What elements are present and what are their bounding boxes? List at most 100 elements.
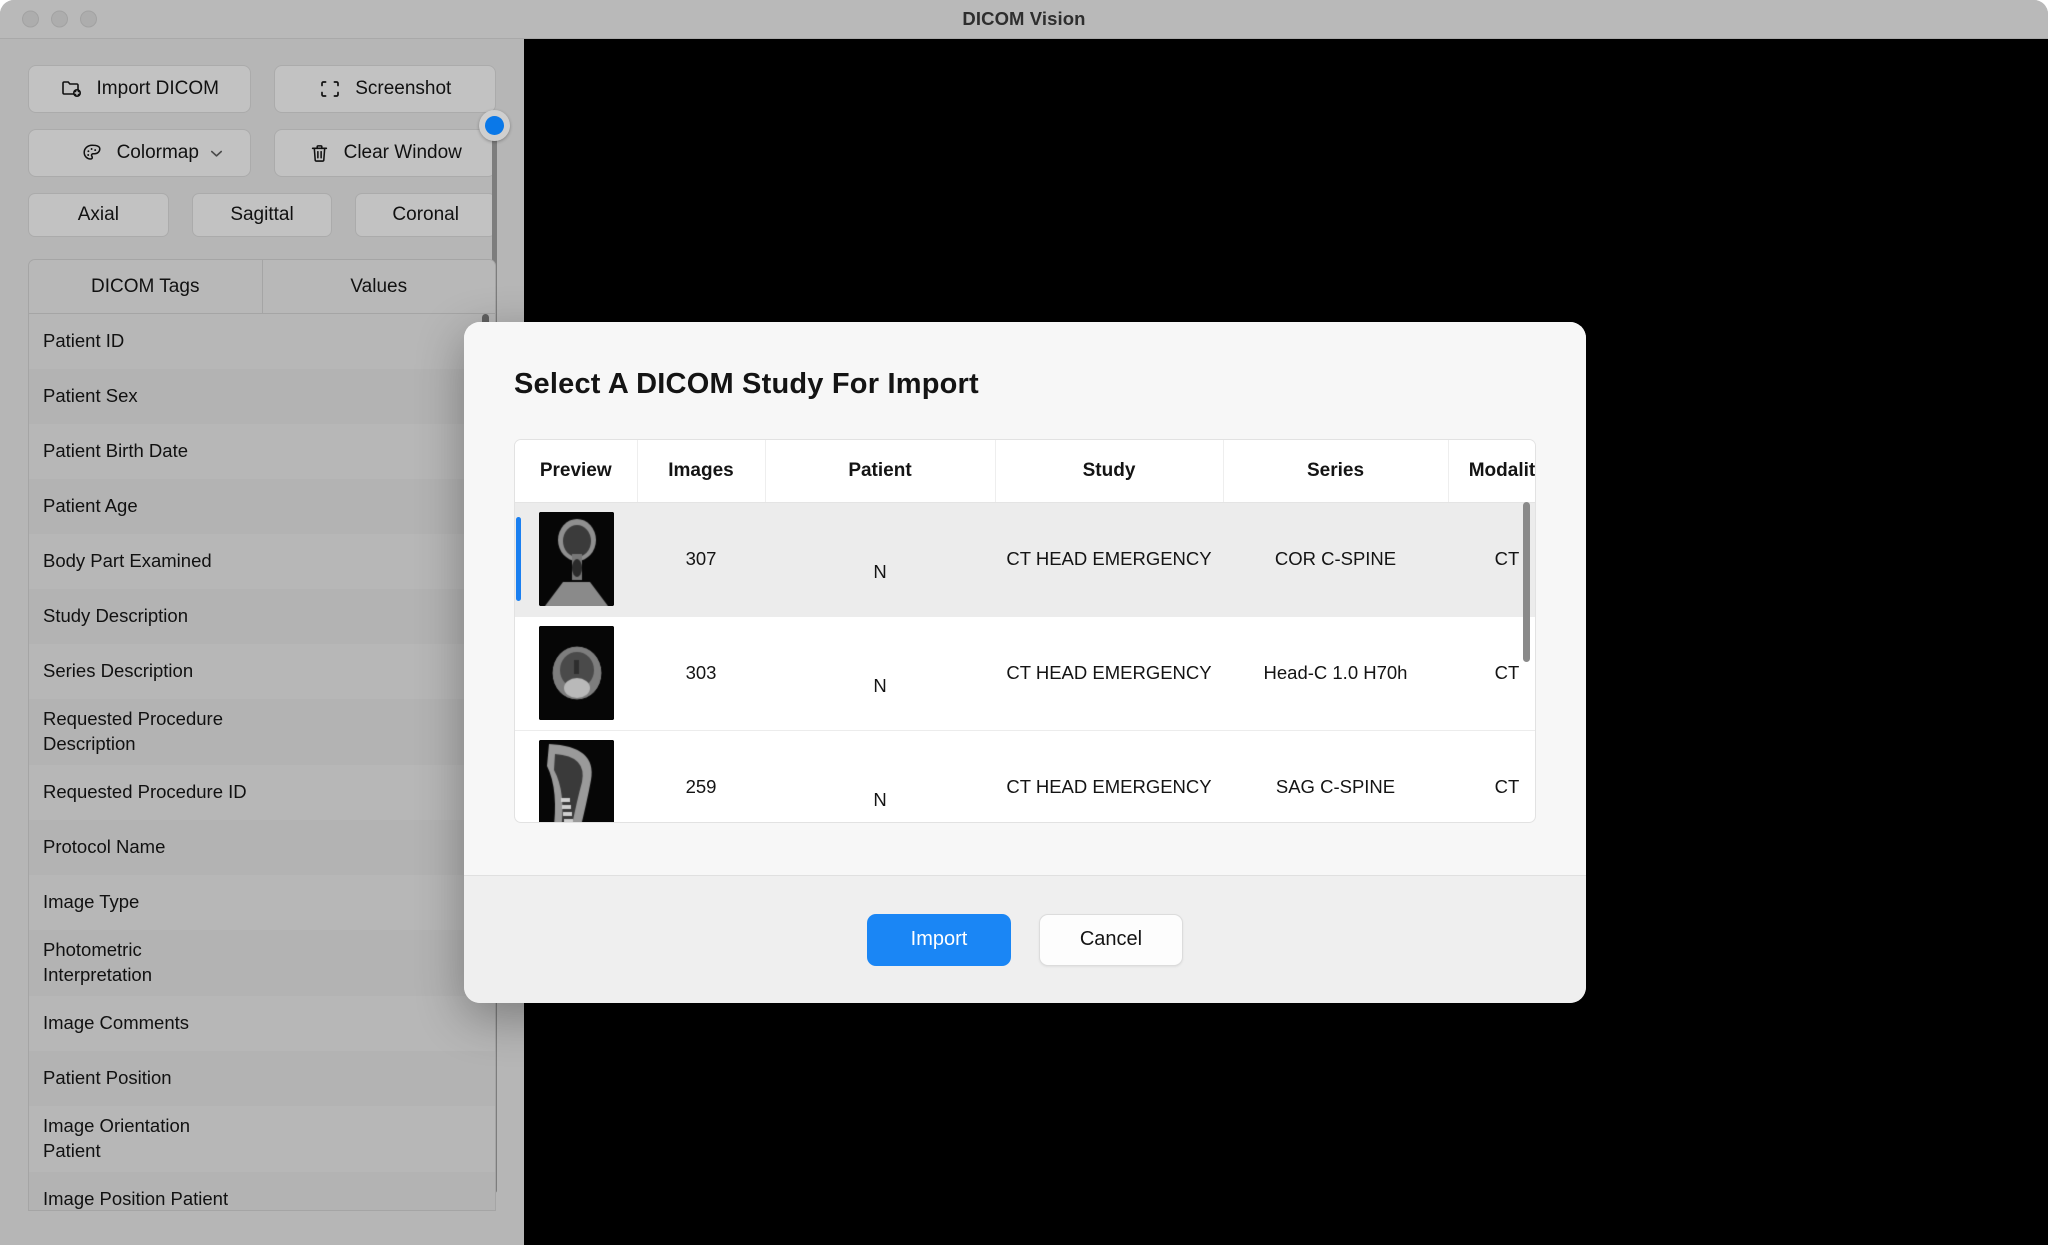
dicom-tag-row[interactable]: Requested Procedure Description	[29, 699, 495, 765]
dicom-tag-name: Image Position Patient	[43, 1187, 229, 1209]
study-preview-cell	[515, 730, 637, 822]
dicom-tag-row[interactable]: Patient Sex	[29, 369, 495, 424]
study-series-cell: COR C-SPINE	[1223, 502, 1448, 617]
dicom-tag-row[interactable]: Image Type	[29, 874, 495, 930]
study-table-container: Preview Images Patient Study Series Moda…	[514, 439, 1536, 823]
dicom-tag-name: Patient ID	[43, 330, 125, 352]
dicom-tag-name: Requested Procedure Description	[43, 708, 223, 754]
dicom-tag-row[interactable]: Image Orientation Patient	[29, 1105, 495, 1172]
view-coronal-button[interactable]: Coronal	[355, 193, 497, 237]
study-images-cell: 259	[637, 730, 765, 822]
dicom-tag-row[interactable]: Image Comments	[29, 995, 495, 1051]
chevron-down-icon	[207, 144, 226, 163]
column-header-values[interactable]: Values	[262, 260, 495, 314]
ct-coronal-neck-thumbnail	[538, 512, 614, 606]
dicom-tag-name: Image Type	[43, 890, 140, 912]
dicom-tag-name: Photometric Interpretation	[43, 938, 153, 985]
dicom-tag-name: Body Part Examined	[43, 550, 212, 572]
app-root: DICOM Vision Import DICOM Screenshot Col…	[0, 0, 2048, 1245]
dicom-tag-row[interactable]: Series Description	[29, 644, 495, 699]
close-button-icon[interactable]	[22, 10, 39, 28]
screenshot-button[interactable]: Screenshot	[273, 65, 496, 113]
view-axial-button[interactable]: Axial	[28, 193, 169, 237]
study-series-cell: SAG C-SPINE	[1223, 730, 1448, 822]
study-table-head: Preview Images Patient Study Series Moda…	[515, 440, 1535, 503]
sidebar-toolbar: Import DICOM Screenshot Colormap Clear W…	[0, 39, 524, 237]
clear-window-button[interactable]: Clear Window	[273, 129, 496, 177]
study-table-header-row: Preview Images Patient Study Series Moda…	[515, 440, 1535, 503]
dicom-tag-header-row: DICOM Tags Values	[29, 260, 495, 314]
dicom-tag-row[interactable]: Body Part Examined	[29, 534, 495, 589]
study-import-dialog: Select A DICOM Study For Import Preview …	[464, 322, 1586, 1003]
study-table-body: 307 N CT HEAD EMERGENCY COR C-SPINE CT 303 N CT…	[515, 502, 1535, 822]
study-preview-cell	[515, 616, 637, 731]
dicom-tag-name: Patient Birth Date	[43, 440, 188, 462]
study-patient-cell: N	[765, 502, 995, 617]
screenshot-label: Screenshot	[355, 78, 452, 99]
dialog-title: Select A DICOM Study For Import	[514, 368, 979, 400]
dicom-tag-row[interactable]: Patient Age	[29, 479, 495, 534]
import-dicom-label: Import DICOM	[96, 78, 219, 99]
dicom-tag-name: Patient Age	[43, 495, 138, 517]
dicom-tag-name: Patient Sex	[43, 385, 138, 407]
study-table-scrollbar[interactable]	[1523, 502, 1530, 812]
dicom-tag-row[interactable]: Image Position Patient	[29, 1172, 495, 1210]
dicom-tag-name: Patient Position	[43, 1066, 172, 1088]
dialog-footer: Import Cancel	[464, 875, 1586, 1003]
dicom-tag-row[interactable]: Protocol Name	[29, 820, 495, 875]
study-series-cell: Head-C 1.0 H70h	[1223, 616, 1448, 731]
column-header-patient[interactable]: Patient	[765, 440, 996, 503]
sidebar: Import DICOM Screenshot Colormap Clear W…	[0, 39, 524, 1245]
study-study-cell: CT HEAD EMERGENCY	[995, 502, 1223, 617]
toolbar-row-2: Colormap Clear Window	[28, 129, 496, 177]
dicom-tag-row[interactable]: Patient Position	[29, 1051, 495, 1106]
import-dicom-button[interactable]: Import DICOM	[28, 65, 251, 113]
main-window: DICOM Vision Import DICOM Screenshot Col…	[0, 0, 2048, 1245]
import-button[interactable]: Import	[867, 913, 1011, 966]
minimize-button-icon[interactable]	[51, 10, 68, 28]
dicom-tag-list[interactable]: Patient ID Patient Sex Patient Birth Date P…	[29, 314, 495, 1210]
ct-sagittal-spine-thumbnail	[538, 740, 614, 822]
colormap-dropdown[interactable]: Colormap	[28, 129, 251, 177]
study-study-cell: CT HEAD EMERGENCY	[995, 730, 1223, 822]
column-header-modality[interactable]: Modality	[1448, 440, 1535, 503]
dicom-tag-panel: DICOM Tags Values Patient ID Patient Sex P…	[28, 259, 496, 1211]
dicom-tag-row[interactable]: Photometric Interpretation	[29, 930, 495, 996]
column-header-study[interactable]: Study	[995, 440, 1224, 503]
colormap-label: Colormap	[116, 142, 199, 163]
window-level-slider-knob[interactable]	[479, 110, 510, 141]
study-images-cell: 307	[637, 502, 765, 617]
dicom-tag-name: Series Description	[43, 660, 194, 682]
dicom-tag-row[interactable]: Patient Birth Date	[29, 424, 495, 479]
study-table: Preview Images Patient Study Series Moda…	[515, 440, 1535, 822]
dicom-tag-name: Study Description	[43, 605, 188, 627]
dicom-tag-row[interactable]: Requested Procedure ID	[29, 764, 495, 820]
study-table-scrollbar-thumb[interactable]	[1523, 502, 1530, 662]
screenshot-frame-icon	[318, 77, 342, 101]
window-titlebar: DICOM Vision	[0, 0, 2048, 39]
study-table-row[interactable]: 307 N CT HEAD EMERGENCY COR C-SPINE CT	[515, 502, 1535, 617]
clear-window-label: Clear Window	[343, 142, 462, 163]
ct-axial-head-thumbnail	[538, 626, 614, 720]
study-patient-cell: N	[765, 616, 995, 731]
view-sagittal-button[interactable]: Sagittal	[191, 193, 333, 237]
column-header-preview[interactable]: Preview	[515, 440, 638, 503]
dicom-tag-name: Protocol Name	[43, 835, 166, 857]
dicom-tag-name: Image Orientation Patient	[43, 1114, 191, 1161]
column-header-series[interactable]: Series	[1223, 440, 1449, 503]
cancel-button[interactable]: Cancel	[1039, 913, 1183, 966]
study-table-row[interactable]: 259 N CT HEAD EMERGENCY SAG C-SPINE CT	[515, 730, 1535, 822]
view-orientation-group: Axial Sagittal Coronal	[28, 193, 497, 237]
dialog-body: Select A DICOM Study For Import Preview …	[464, 322, 1586, 875]
folder-plus-icon	[60, 77, 84, 101]
dicom-tag-row[interactable]: Study Description	[29, 589, 495, 644]
window-title: DICOM Vision	[962, 8, 1086, 29]
palette-icon	[80, 141, 104, 165]
column-header-dicom-tags[interactable]: DICOM Tags	[29, 260, 263, 314]
zoom-button-icon[interactable]	[80, 10, 97, 28]
traffic-light-group	[22, 10, 97, 28]
window-body: Import DICOM Screenshot Colormap Clear W…	[0, 39, 2048, 1245]
dicom-tag-row[interactable]: Patient ID	[29, 314, 495, 369]
study-table-row[interactable]: 303 N CT HEAD EMERGENCY Head-C 1.0 H70h CT	[515, 616, 1535, 731]
column-header-images[interactable]: Images	[637, 440, 766, 503]
